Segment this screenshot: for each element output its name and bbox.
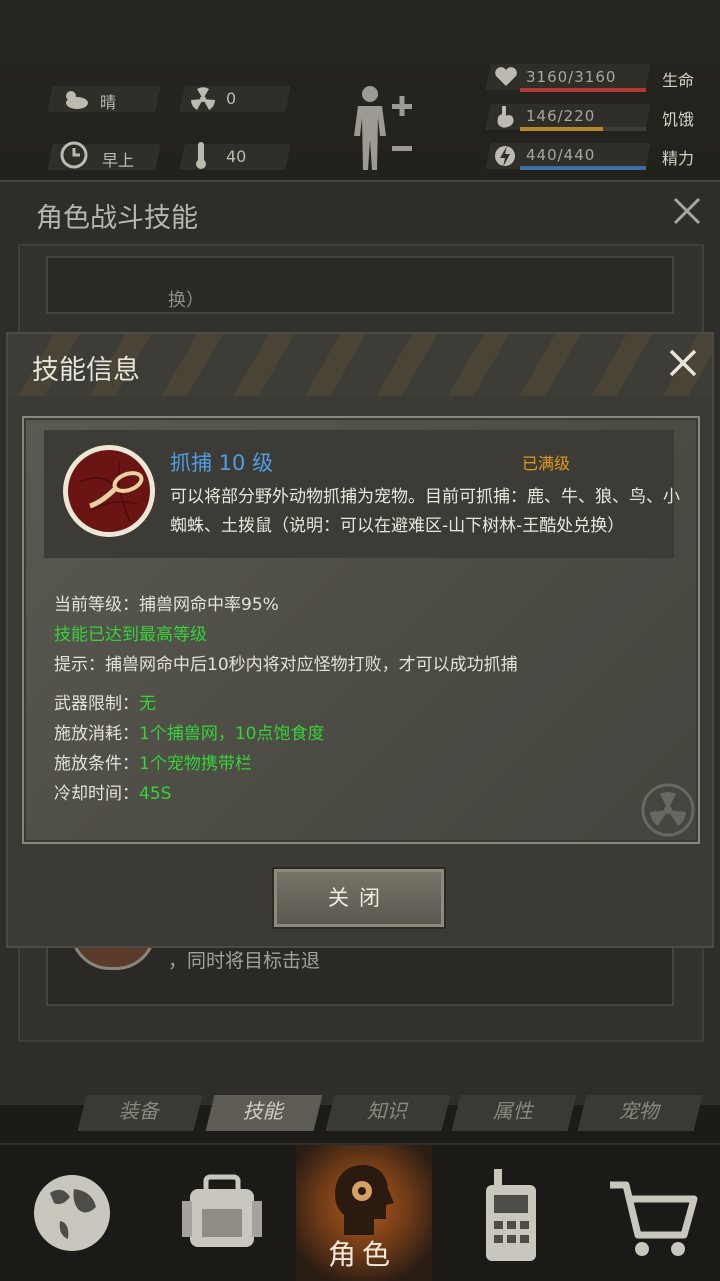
energy-value: 440/440 <box>526 146 596 164</box>
energy-label: 精力 <box>662 149 695 168</box>
cooldown-value: 45S <box>139 784 172 804</box>
health-label: 生命 <box>662 71 695 90</box>
panel-close-icon[interactable] <box>672 196 702 230</box>
skill-card-text: ，同时将目标击退 <box>168 950 321 972</box>
time-of-day: 早上 <box>102 151 135 170</box>
hunger-value: 146/220 <box>526 107 596 125</box>
head-gear-icon <box>335 1165 394 1235</box>
energy-bar <box>520 166 646 170</box>
body-status-icon[interactable] <box>348 84 420 178</box>
health-bar-fill <box>520 88 646 92</box>
weapon-value: 无 <box>139 694 156 714</box>
current-level-label: 当前等级： <box>54 595 139 615</box>
skill-name: 抓捕 10 级 <box>170 451 274 475</box>
walkie-talkie-icon <box>486 1169 536 1261</box>
max-level-badge: 已满级 <box>522 454 571 473</box>
hunger-bar-fill <box>520 127 604 131</box>
heart-icon <box>494 66 518 92</box>
lightning-icon <box>494 142 516 174</box>
nav-backpack[interactable] <box>150 1145 290 1281</box>
stomach-icon <box>494 104 516 134</box>
health-value: 3160/3160 <box>526 68 617 86</box>
panel-title: 角色战斗技能 <box>36 203 198 234</box>
nav-world-map[interactable] <box>0 1145 140 1281</box>
dialog-close-icon[interactable] <box>668 348 698 382</box>
hunger-bar <box>520 127 646 131</box>
nav-character[interactable]: 角色 <box>296 1145 432 1281</box>
radiation-icon <box>190 86 216 116</box>
energy-bar-fill <box>520 166 646 170</box>
cooldown-label: 冷却时间： <box>54 784 139 804</box>
temperature-value: 40 <box>226 147 247 166</box>
skill-card-text: 换） <box>168 290 204 311</box>
weather-text: 晴 <box>100 93 117 112</box>
hunger-label: 饥饿 <box>662 110 695 129</box>
thermometer-icon <box>193 140 209 174</box>
weapon-row: 武器限制：无 <box>54 689 156 714</box>
cloud-sun-icon <box>60 86 90 116</box>
skill-description: 可以将部分野外动物抓捕为宠物。目前可抓捕：鹿、牛、狼、鸟、小蜘蛛、土拨鼠（说明：… <box>170 487 680 536</box>
condition-row: 施放条件：1个宠物携带栏 <box>54 749 252 774</box>
max-reached-text: 技能已达到最高等级 <box>54 625 207 645</box>
cost-row: 施放消耗：1个捕兽网，10点饱食度 <box>54 719 324 744</box>
condition-label: 施放条件： <box>54 754 139 774</box>
close-button[interactable]: 关闭 <box>272 867 446 929</box>
nav-radio[interactable] <box>442 1145 582 1281</box>
current-level-value: 捕兽网命中率95% <box>139 595 279 615</box>
condition-value: 1个宠物携带栏 <box>139 754 252 774</box>
radiation-watermark-icon <box>640 782 696 842</box>
globe-icon <box>34 1175 110 1251</box>
tip-text: 提示：捕兽网命中后10秒内将对应怪物打败，才可以成功抓捕 <box>54 655 518 675</box>
nav-shop[interactable] <box>580 1145 720 1281</box>
backpack-icon <box>182 1174 262 1247</box>
nav-character-label: 角色 <box>328 1238 397 1271</box>
current-level-row: 当前等级：捕兽网命中率95% <box>54 590 279 615</box>
tab-knowledge[interactable]: 知识 <box>325 1095 451 1131</box>
dialog-title: 技能信息 <box>32 355 140 386</box>
cooldown-row: 冷却时间：45S <box>54 779 171 804</box>
tab-skills[interactable]: 技能 <box>205 1095 323 1131</box>
rope-lasso-icon <box>60 442 158 544</box>
tab-attributes[interactable]: 属性 <box>451 1095 577 1131</box>
radiation-value: 0 <box>226 89 237 108</box>
health-bar <box>520 88 646 92</box>
skill-card[interactable] <box>46 256 674 314</box>
weapon-label: 武器限制： <box>54 694 139 714</box>
cost-label: 施放消耗： <box>54 724 139 744</box>
shopping-cart-icon <box>610 1181 698 1256</box>
cost-value: 1个捕兽网，10点饱食度 <box>139 724 325 744</box>
clock-icon <box>60 141 88 173</box>
tab-pets[interactable]: 宠物 <box>577 1095 703 1131</box>
tab-equipment[interactable]: 装备 <box>77 1095 203 1131</box>
